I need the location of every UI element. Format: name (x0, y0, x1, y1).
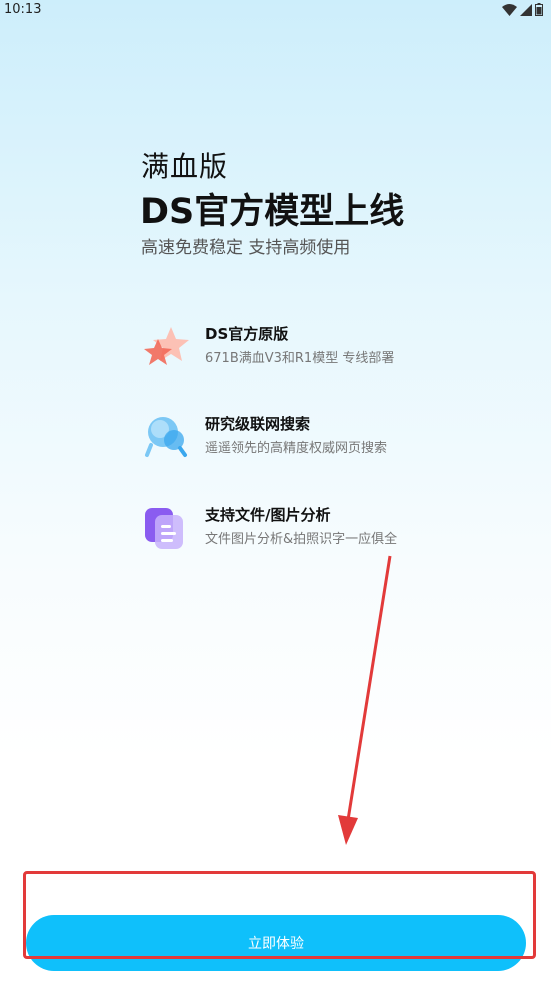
hero-title: DS官方模型上线 (140, 192, 405, 232)
battery-icon (535, 3, 543, 16)
feature-title: 支持文件/图片分析 (205, 506, 331, 524)
signal-icon (520, 3, 532, 16)
feature-description: 遥遥领先的高精度权威网页搜索 (205, 441, 388, 456)
feature-description: 文件图片分析&拍照识字一应俱全 (205, 532, 398, 547)
hero-subtitle: 满血版 (141, 150, 229, 183)
feature-description: 671B满血V3和R1模型 专线部署 (205, 351, 395, 366)
feature-item-search: 研究级联网搜索 遥遥领先的高精度权威网页搜索 (141, 413, 441, 463)
annotation-arrow (338, 555, 392, 845)
star-icon (141, 325, 191, 371)
search-bubble-icon (141, 415, 191, 461)
wifi-icon (502, 3, 517, 16)
feature-item-official: DS官方原版 671B满血V3和R1模型 专线部署 (141, 323, 441, 373)
feature-title: DS官方原版 (205, 325, 289, 343)
status-bar: 10:13 (0, 0, 551, 20)
status-icons (502, 3, 543, 16)
document-icon (141, 506, 191, 552)
feature-title: 研究级联网搜索 (205, 415, 311, 433)
feature-item-file-analysis: 支持文件/图片分析 文件图片分析&拍照识字一应俱全 (141, 504, 441, 554)
hero-description: 高速免费稳定 支持高频使用 (141, 238, 351, 258)
status-time: 10:13 (4, 2, 42, 17)
try-now-button[interactable]: 立即体验 (26, 915, 526, 971)
